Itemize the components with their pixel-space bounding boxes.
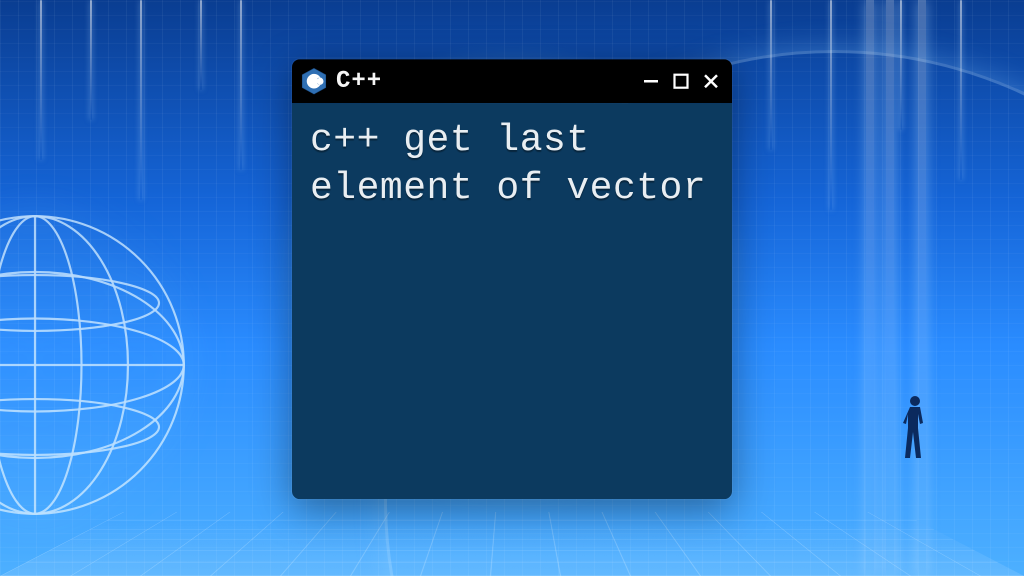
close-button[interactable]	[700, 70, 722, 92]
window-controls	[640, 70, 722, 92]
terminal-content[interactable]: c++ get last element of vector	[292, 103, 732, 499]
maximize-button[interactable]	[670, 70, 692, 92]
person-silhouette-icon	[901, 394, 929, 466]
terminal-text: c++ get last element of vector	[310, 119, 706, 210]
wireframe-globe-icon	[0, 210, 190, 520]
window-title: C++	[336, 68, 382, 95]
terminal-window: C++ c++ get last element of vector	[292, 59, 732, 499]
cpp-logo-icon	[300, 67, 328, 95]
minimize-button[interactable]	[640, 70, 662, 92]
titlebar[interactable]: C++	[292, 59, 732, 103]
background-grid-floor	[0, 512, 1024, 576]
